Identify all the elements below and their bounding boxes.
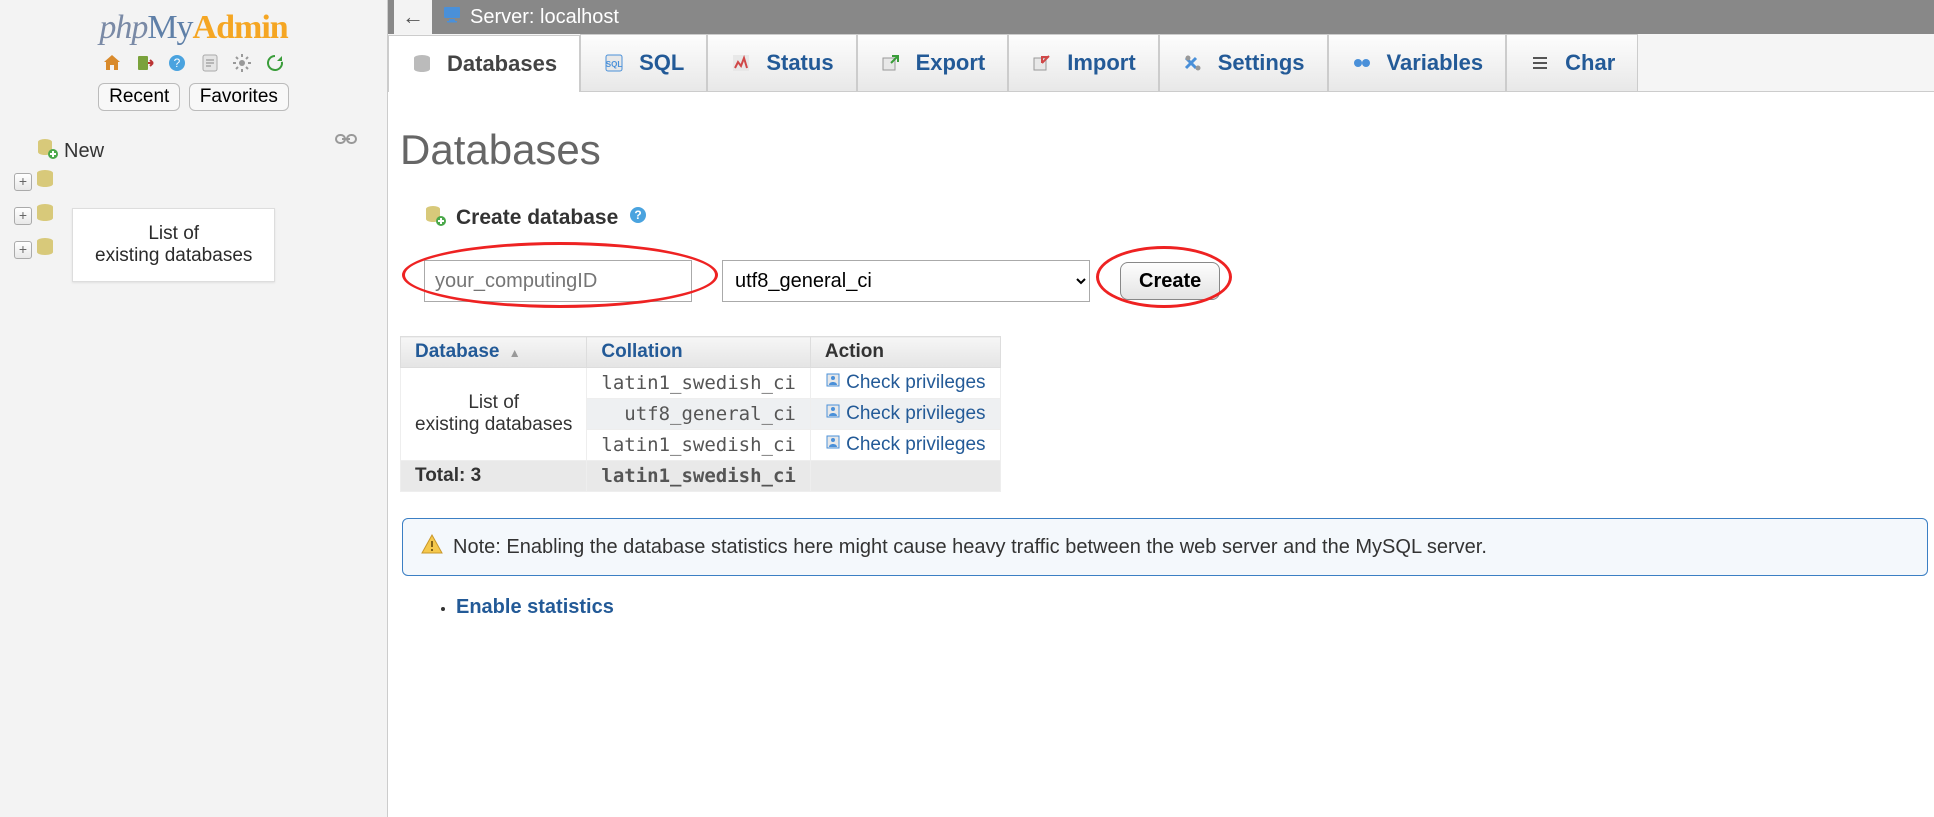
tab-label: Export bbox=[916, 50, 986, 76]
privileges-icon bbox=[825, 434, 841, 456]
sidebar: phpMyAdmin ? Recent Favorites bbox=[0, 0, 388, 817]
databases-table: Database ▲ Collation Action List of exis… bbox=[400, 336, 1001, 492]
col-action: Action bbox=[810, 337, 1000, 368]
logout-icon[interactable] bbox=[135, 53, 155, 73]
tab-label: SQL bbox=[639, 50, 684, 76]
databases-tab-icon bbox=[411, 53, 433, 75]
sidebar-tab-favorites[interactable]: Favorites bbox=[189, 83, 289, 111]
tree-expand-3[interactable]: + bbox=[14, 241, 32, 259]
statistics-warning: Note: Enabling the database statistics h… bbox=[402, 518, 1928, 576]
settings-tab-icon bbox=[1182, 52, 1204, 74]
panel-link-icon[interactable] bbox=[335, 130, 357, 151]
database-icon bbox=[34, 202, 56, 230]
enable-statistics-link[interactable]: Enable statistics bbox=[456, 596, 614, 618]
sidebar-existing-db-note: List of existing databases bbox=[72, 208, 275, 282]
import-tab-icon bbox=[1031, 52, 1053, 74]
col-collation[interactable]: Collation bbox=[587, 337, 810, 368]
nav-back-button[interactable]: ← bbox=[394, 0, 432, 34]
create-button[interactable]: Create bbox=[1120, 262, 1220, 300]
create-database-heading: Create database ? bbox=[424, 204, 1934, 232]
sql-icon[interactable] bbox=[200, 53, 220, 73]
privileges-icon bbox=[825, 372, 841, 394]
tab-label: Settings bbox=[1218, 50, 1305, 76]
sort-asc-icon: ▲ bbox=[509, 346, 521, 360]
check-privileges-link[interactable]: Check privileges bbox=[846, 372, 985, 393]
tab-variables[interactable]: Variables bbox=[1328, 34, 1507, 91]
create-database-label: Create database bbox=[456, 206, 618, 230]
collation-select[interactable]: utf8_general_ci bbox=[722, 260, 1090, 302]
tab-label: Databases bbox=[447, 51, 557, 77]
export-tab-icon bbox=[880, 52, 902, 74]
col-database[interactable]: Database ▲ bbox=[401, 337, 587, 368]
breadcrumb-server-name[interactable]: localhost bbox=[540, 6, 619, 29]
notice-text: Note: Enabling the database statistics h… bbox=[453, 536, 1487, 559]
help-icon[interactable]: ? bbox=[628, 205, 648, 231]
tree-expand-1[interactable]: + bbox=[14, 173, 32, 191]
breadcrumb-bar: ← Server: localhost bbox=[388, 0, 1934, 34]
tab-databases[interactable]: Databases bbox=[388, 35, 580, 92]
status-tab-icon bbox=[730, 52, 752, 74]
tab-import[interactable]: Import bbox=[1008, 34, 1158, 91]
tab-sql[interactable]: SQL SQL bbox=[580, 34, 707, 91]
page-title: Databases bbox=[400, 126, 1934, 174]
variables-tab-icon bbox=[1351, 52, 1373, 74]
svg-text:SQL: SQL bbox=[606, 60, 623, 69]
database-name-input[interactable] bbox=[424, 260, 692, 302]
database-new-icon bbox=[36, 137, 58, 165]
svg-text:?: ? bbox=[635, 208, 642, 222]
warning-icon bbox=[421, 533, 443, 561]
phpmyadmin-logo[interactable]: phpMyAdmin bbox=[0, 8, 387, 47]
check-privileges-link[interactable]: Check privileges bbox=[846, 434, 985, 455]
svg-text:?: ? bbox=[174, 56, 181, 70]
sql-tab-icon: SQL bbox=[603, 52, 625, 74]
tab-label: Char bbox=[1565, 50, 1615, 76]
tab-settings[interactable]: Settings bbox=[1159, 34, 1328, 91]
sidebar-quick-icons: ? bbox=[0, 53, 387, 73]
home-icon[interactable] bbox=[102, 53, 122, 73]
sidebar-tab-recent[interactable]: Recent bbox=[98, 83, 180, 111]
logo-part-admin: Admin bbox=[193, 9, 288, 46]
tab-label: Variables bbox=[1387, 50, 1484, 76]
settings-gear-icon[interactable] bbox=[232, 53, 252, 73]
total-collation: latin1_swedish_ci bbox=[587, 461, 810, 492]
server-icon bbox=[442, 4, 462, 30]
db-name-placeholder: List of existing databases bbox=[401, 368, 587, 461]
table-row: List of existing databases latin1_swedis… bbox=[401, 368, 1001, 399]
check-privileges-link[interactable]: Check privileges bbox=[846, 403, 985, 424]
tab-label: Status bbox=[766, 50, 833, 76]
tab-charsets[interactable]: Char bbox=[1506, 34, 1638, 91]
row-collation: utf8_general_ci bbox=[587, 399, 810, 430]
logo-part-php: php bbox=[99, 9, 147, 46]
row-collation: latin1_swedish_ci bbox=[587, 430, 810, 461]
tab-label: Import bbox=[1067, 50, 1135, 76]
main-panel: ← Server: localhost Databases SQL SQL St… bbox=[388, 0, 1934, 817]
database-icon bbox=[34, 168, 56, 196]
tree-expand-2[interactable]: + bbox=[14, 207, 32, 225]
help-icon[interactable]: ? bbox=[167, 53, 187, 73]
charsets-tab-icon bbox=[1529, 52, 1551, 74]
table-total-row: Total: 3 latin1_swedish_ci bbox=[401, 461, 1001, 492]
logo-part-my: My bbox=[147, 9, 192, 46]
row-collation: latin1_swedish_ci bbox=[587, 368, 810, 399]
total-label: Total: 3 bbox=[401, 461, 587, 492]
tree-new-label: New bbox=[64, 140, 104, 163]
tab-status[interactable]: Status bbox=[707, 34, 856, 91]
tab-export[interactable]: Export bbox=[857, 34, 1009, 91]
top-tabs: Databases SQL SQL Status Export Import S… bbox=[388, 34, 1934, 92]
privileges-icon bbox=[825, 403, 841, 425]
create-database-icon bbox=[424, 204, 446, 232]
breadcrumb-server-prefix: Server: bbox=[470, 6, 534, 29]
reload-icon[interactable] bbox=[265, 53, 285, 73]
database-icon bbox=[34, 236, 56, 264]
